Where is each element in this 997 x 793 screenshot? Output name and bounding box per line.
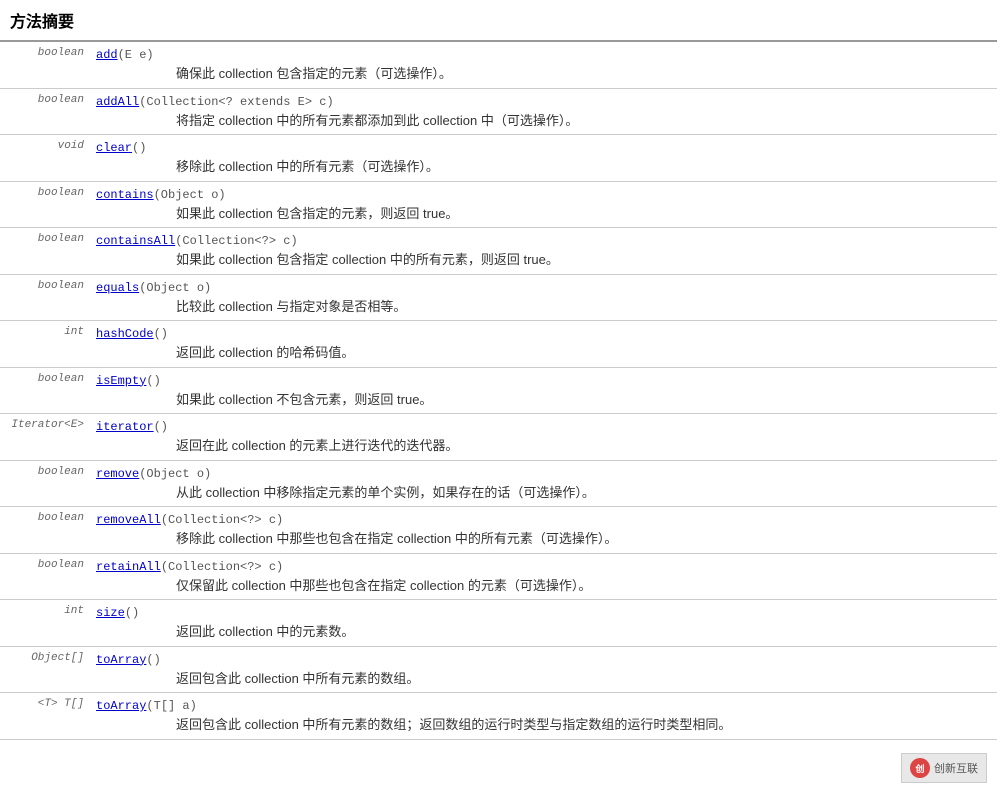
method-params: () (132, 141, 146, 155)
return-type: int (0, 600, 90, 647)
method-name-link[interactable]: equals (96, 281, 139, 295)
method-params: (Object o) (139, 467, 211, 481)
method-name-link[interactable]: toArray (96, 699, 146, 713)
method-description: 返回此 collection 中的元素数。 (96, 622, 991, 642)
method-cell: hashCode() 返回此 collection 的哈希码值。 (90, 321, 997, 368)
method-params: (Object o) (139, 281, 211, 295)
method-cell: contains(Object o) 如果此 collection 包含指定的元素… (90, 181, 997, 228)
method-name-link[interactable]: size (96, 606, 125, 620)
method-params: (Collection<?> c) (161, 513, 283, 527)
method-row: boolean add(E e) 确保此 collection 包含指定的元素（可选… (0, 42, 997, 88)
method-name-link[interactable]: hashCode (96, 327, 154, 341)
method-row: <T> T[] toArray(T[] a) 返回包含此 collection 中所… (0, 693, 997, 740)
return-type: boolean (0, 367, 90, 414)
page-title: 方法摘要 (0, 0, 997, 42)
method-row: boolean removeAll(Collection<?> c) 移除此 col… (0, 507, 997, 554)
method-params: () (146, 374, 160, 388)
return-type: boolean (0, 553, 90, 600)
method-description: 如果此 collection 包含指定的元素，则返回 true。 (96, 204, 991, 224)
method-cell: retainAll(Collection<?> c) 仅保留此 collectio… (90, 553, 997, 600)
return-type: boolean (0, 42, 90, 88)
method-cell: removeAll(Collection<?> c) 移除此 collection… (90, 507, 997, 554)
return-type: Object[] (0, 646, 90, 693)
return-type: boolean (0, 228, 90, 275)
return-type: int (0, 321, 90, 368)
method-cell: isEmpty() 如果此 collection 不包含元素，则返回 true。 (90, 367, 997, 414)
method-row: boolean remove(Object o) 从此 collection 中移除… (0, 460, 997, 507)
method-row: boolean containsAll(Collection<?> c) 如果此 c… (0, 228, 997, 275)
method-name-link[interactable]: retainAll (96, 560, 161, 574)
method-cell: iterator() 返回在此 collection 的元素上进行迭代的迭代器。 (90, 414, 997, 461)
method-description: 比较此 collection 与指定对象是否相等。 (96, 297, 991, 317)
method-name-link[interactable]: add (96, 48, 118, 62)
return-type: Iterator<E> (0, 414, 90, 461)
method-cell: clear() 移除此 collection 中的所有元素（可选操作）。 (90, 135, 997, 182)
method-cell: remove(Object o) 从此 collection 中移除指定元素的单个… (90, 460, 997, 507)
method-cell: equals(Object o) 比较此 collection 与指定对象是否相等… (90, 274, 997, 321)
method-cell: size() 返回此 collection 中的元素数。 (90, 600, 997, 647)
method-description: 确保此 collection 包含指定的元素（可选操作）。 (96, 64, 991, 84)
method-row: Object[] toArray() 返回包含此 collection 中所有元素的… (0, 646, 997, 693)
method-name-link[interactable]: addAll (96, 95, 139, 109)
method-params: () (125, 606, 139, 620)
method-description: 返回包含此 collection 中所有元素的数组；返回数组的运行时类型与指定数… (96, 715, 991, 735)
method-description: 如果此 collection 不包含元素，则返回 true。 (96, 390, 991, 410)
method-row: intsize() 返回此 collection 中的元素数。 (0, 600, 997, 647)
method-cell: toArray(T[] a) 返回包含此 collection 中所有元素的数组；… (90, 693, 997, 740)
method-cell: add(E e) 确保此 collection 包含指定的元素（可选操作）。 (90, 42, 997, 88)
watermark-logo: 创 (910, 758, 930, 778)
method-description: 返回在此 collection 的元素上进行迭代的迭代器。 (96, 436, 991, 456)
method-params: () (154, 420, 168, 434)
method-row: Iterator<E> iterator() 返回在此 collection 的元素… (0, 414, 997, 461)
method-row: boolean retainAll(Collection<?> c) 仅保留此 co… (0, 553, 997, 600)
method-params: (E e) (118, 48, 154, 62)
watermark: 创 创新互联 (901, 753, 987, 783)
method-name-link[interactable]: contains (96, 188, 154, 202)
method-name-link[interactable]: clear (96, 141, 132, 155)
return-type: <T> T[] (0, 693, 90, 740)
method-name-link[interactable]: containsAll (96, 234, 175, 248)
watermark-text: 创新互联 (934, 760, 978, 776)
method-name-link[interactable]: removeAll (96, 513, 161, 527)
method-row: booleanaddAll(Collection<? extends E> c)… (0, 88, 997, 135)
method-params: () (146, 653, 160, 667)
method-params: () (154, 327, 168, 341)
method-name-link[interactable]: toArray (96, 653, 146, 667)
method-row: void clear() 移除此 collection 中的所有元素（可选操作）。 (0, 135, 997, 182)
method-cell: containsAll(Collection<?> c) 如果此 collecti… (90, 228, 997, 275)
method-description: 返回此 collection 的哈希码值。 (96, 343, 991, 363)
method-row: int hashCode() 返回此 collection 的哈希码值。 (0, 321, 997, 368)
method-description: 移除此 collection 中那些也包含在指定 collection 中的所有… (96, 529, 991, 549)
method-cell: addAll(Collection<? extends E> c) 将指定 col… (90, 88, 997, 135)
method-name-link[interactable]: remove (96, 467, 139, 481)
method-description: 仅保留此 collection 中那些也包含在指定 collection 的元素… (96, 576, 991, 596)
method-params: (Collection<?> c) (175, 234, 297, 248)
return-type: boolean (0, 88, 90, 135)
method-params: (Collection<?> c) (161, 560, 283, 574)
method-cell: toArray() 返回包含此 collection 中所有元素的数组。 (90, 646, 997, 693)
method-params: (Object o) (154, 188, 226, 202)
return-type: void (0, 135, 90, 182)
return-type: boolean (0, 460, 90, 507)
method-params: (Collection<? extends E> c) (139, 95, 333, 109)
method-params: (T[] a) (146, 699, 196, 713)
method-description: 从此 collection 中移除指定元素的单个实例，如果存在的话（可选操作）。 (96, 483, 991, 503)
method-row: boolean equals(Object o) 比较此 collection 与指… (0, 274, 997, 321)
method-name-link[interactable]: isEmpty (96, 374, 146, 388)
return-type: boolean (0, 181, 90, 228)
method-name-link[interactable]: iterator (96, 420, 154, 434)
method-description: 返回包含此 collection 中所有元素的数组。 (96, 669, 991, 689)
method-description: 如果此 collection 包含指定 collection 中的所有元素，则返… (96, 250, 991, 270)
method-table: boolean add(E e) 确保此 collection 包含指定的元素（可选… (0, 42, 997, 740)
method-row: boolean contains(Object o) 如果此 collection … (0, 181, 997, 228)
method-description: 移除此 collection 中的所有元素（可选操作）。 (96, 157, 991, 177)
method-description: 将指定 collection 中的所有元素都添加到此 collection 中（… (96, 111, 991, 131)
return-type: boolean (0, 274, 90, 321)
return-type: boolean (0, 507, 90, 554)
method-row: boolean isEmpty() 如果此 collection 不包含元素，则返回… (0, 367, 997, 414)
